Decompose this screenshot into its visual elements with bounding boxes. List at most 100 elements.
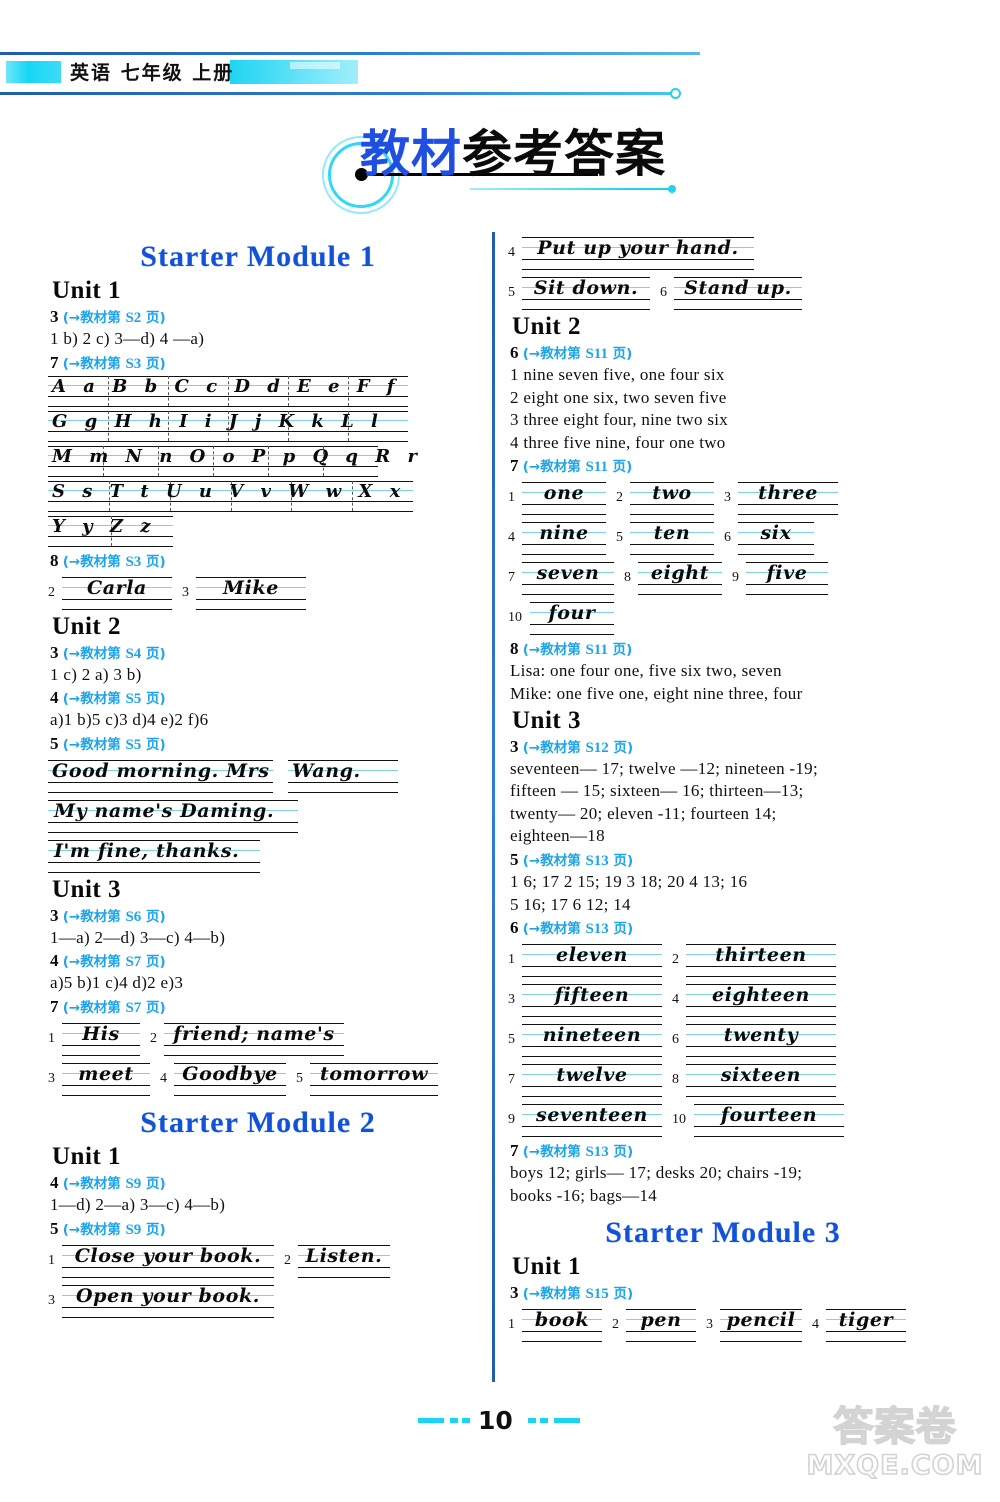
question-header: 3 (→教材第 S4 页) <box>50 642 468 664</box>
ruled-segment: thirteen <box>686 941 836 979</box>
item-number: 9 <box>508 1112 515 1128</box>
item-number: 1 <box>508 952 515 968</box>
ruled-segment: Carla <box>62 574 172 612</box>
question-reference: (→教材第 S13 页) <box>522 1144 634 1161</box>
handwriting-text: pen <box>640 1308 682 1331</box>
ruled-segment: pencil <box>720 1306 802 1344</box>
handwriting-text: six <box>760 522 792 545</box>
question-header: 4 (→教材第 S7 页) <box>50 950 468 972</box>
answer-line: 1 b) 2 c) 3—d) 4 —a) <box>50 329 205 348</box>
unit-title: Unit 3 <box>52 875 121 903</box>
ruled-segment: twelve <box>522 1061 662 1099</box>
ruled-row: 9 seventeen 10 fourteen <box>508 1101 938 1139</box>
module-title: Starter Module 1 <box>140 240 376 273</box>
answer-line: twenty— 20; eleven -11; fourteen 14; <box>510 803 777 823</box>
question-header: 3 (→教材第 S2 页) <box>50 306 468 328</box>
question-reference: (→教材第 S11 页) <box>522 642 633 659</box>
handwriting-text: seven <box>536 562 600 585</box>
ruled-row: 4 Put up your hand. <box>508 234 938 272</box>
question-number: 8 <box>50 550 63 570</box>
question-header: 8 (→教材第 S11 页) <box>510 638 938 660</box>
title-bar-line-cyan <box>470 188 670 190</box>
item-number: 3 <box>182 584 189 600</box>
footer-dash-c <box>462 1418 470 1423</box>
item-number: 3 <box>724 490 731 506</box>
handwriting-text: five <box>766 562 808 585</box>
item-number: 7 <box>508 1072 515 1088</box>
ruled-segment: four <box>530 599 614 637</box>
reference-page: S9 <box>125 1221 142 1238</box>
ruled-segment: Stand up. <box>674 274 802 312</box>
question-number: 5 <box>510 850 523 870</box>
reference-page: S13 <box>585 1144 609 1161</box>
item-number: 1 <box>48 1252 55 1268</box>
alphabet-row: M m N n O o P p Q q R r <box>48 445 468 479</box>
question-header: 7 (→教材第 S3 页) <box>50 352 468 374</box>
question-number: 7 <box>510 1141 523 1161</box>
item-number: 2 <box>48 584 55 600</box>
ruled-row: 1 book 2 pen 3 pencil 4 tiger <box>508 1306 938 1344</box>
ruled-segment: Listen. <box>298 1242 390 1280</box>
header-endpoint-circle-icon <box>670 88 681 99</box>
ruled-row: 1 one 2 two 3 three <box>508 479 938 517</box>
handwriting-text: fourteen <box>720 1104 818 1127</box>
item-number: 2 <box>284 1252 291 1268</box>
ruled-segment: ten <box>630 519 714 557</box>
ruled-row: 3 Open your book. <box>48 1282 468 1320</box>
ruled-segment: pen <box>626 1306 696 1344</box>
answer-line: 2 eight one six, two seven five <box>510 387 727 407</box>
alphabet-text: M m N n O o P p Q q R r <box>52 445 423 467</box>
alphabet-box: Y y Z z <box>48 515 173 549</box>
ruled-segment: tiger <box>826 1306 906 1344</box>
question-header: 7 (→教材第 S11 页) <box>510 455 938 477</box>
reference-page: S15 <box>585 1285 609 1302</box>
unit-title: Unit 1 <box>52 1143 121 1171</box>
reference-page: S4 <box>125 645 142 662</box>
question-header: 8 (→教材第 S3 页) <box>50 550 468 572</box>
handwriting-text: two <box>652 482 692 505</box>
watermark-cn: 答案卷 <box>833 1403 957 1451</box>
handwriting-text: tiger <box>838 1308 894 1331</box>
answer-line: a)1 b)5 c)3 d)4 e)2 f)6 <box>50 710 209 730</box>
item-number: 2 <box>672 952 679 968</box>
question-number: 3 <box>510 1282 523 1302</box>
ruled-segment: My name's Daming. <box>48 797 298 835</box>
answer-line: a)5 b)1 c)4 d)2 e)3 <box>50 973 184 993</box>
question-header: 5 (→教材第 S13 页) <box>510 849 938 871</box>
question-reference: (→教材第 S5 页) <box>62 691 166 708</box>
handwriting-text: Wang. <box>292 759 361 782</box>
question-reference: (→教材第 S12 页) <box>522 739 634 756</box>
alphabet-box: S s T t U u V v W w X x <box>48 480 413 514</box>
question-header: 5 (→教材第 S5 页) <box>50 733 468 755</box>
item-number: 5 <box>508 1032 515 1048</box>
ruled-row: 2 Carla 3 Mike <box>48 574 468 612</box>
handwriting-text: thirteen <box>715 944 807 967</box>
footer-dash-a <box>418 1418 444 1423</box>
ruled-segment: Mike <box>196 574 306 612</box>
module-title: Starter Module 3 <box>605 1215 841 1249</box>
question-header: 3 (→教材第 S12 页) <box>510 736 938 758</box>
item-number: 3 <box>48 1292 55 1308</box>
header-book-title: 英语 七年级 上册 <box>70 62 235 84</box>
ruled-segment: Sit down. <box>522 274 650 312</box>
handwriting-text: His <box>82 1023 120 1046</box>
ruled-segment: two <box>630 479 714 517</box>
item-number: 2 <box>616 490 623 506</box>
question-header: 7 (→教材第 S7 页) <box>50 996 468 1018</box>
title-end-dot-icon <box>668 185 676 193</box>
ruled-row: I'm fine, thanks. <box>48 837 468 875</box>
handwriting-text: three <box>758 482 818 505</box>
question-reference: (→教材第 S11 页) <box>522 346 633 362</box>
question-header: 4 (→教材第 S5 页) <box>50 687 468 709</box>
answer-line: books -16; bags—14 <box>510 1185 658 1205</box>
column-divider <box>492 232 495 1382</box>
ruled-segment: fourteen <box>694 1101 844 1139</box>
item-number: 1 <box>508 490 515 506</box>
ruled-segment: seven <box>522 559 614 597</box>
handwriting-text: tomorrow <box>319 1063 429 1086</box>
handwriting-text: My name's Daming. <box>54 799 275 822</box>
alphabet-box: A a B b C c D d E e F f <box>48 375 408 409</box>
question-header: 5 (→教材第 S9 页) <box>50 1218 468 1240</box>
question-reference: (→教材第 S9 页) <box>62 1176 166 1193</box>
module-title: Starter Module 2 <box>140 1106 376 1140</box>
